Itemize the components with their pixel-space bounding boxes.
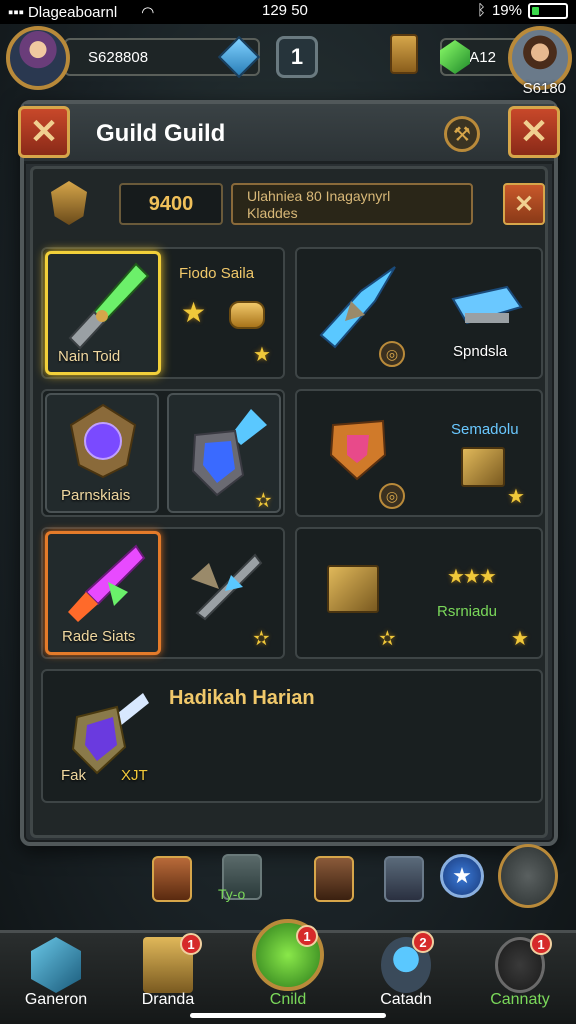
slot1-name: Fiodo Saila xyxy=(179,265,255,282)
blue-hammer-icon xyxy=(451,285,523,325)
nav-item-general[interactable]: Ganeron xyxy=(6,933,106,1024)
guild-score: 9400 xyxy=(148,192,194,215)
battery-percent: 19% xyxy=(491,2,522,19)
carrier-name: Dlageaboarnl xyxy=(27,3,118,21)
dock-scroll-icon[interactable] xyxy=(152,856,192,902)
item-slot-sword[interactable]: Nain Toid xyxy=(45,251,161,375)
item-panel-5: Rade Siats ✫ xyxy=(41,527,285,659)
modal-content: 9400 Ulahniea 80 Inagaynyrl Kladdes ✕ Na… xyxy=(30,166,548,838)
star-small-icon: ✫ xyxy=(253,628,270,650)
wifi-icon: ◠ xyxy=(141,4,155,21)
star-small-icon: ★ xyxy=(511,628,529,650)
dock-shield-icon[interactable] xyxy=(498,844,558,908)
item-slot-shield[interactable]: ✫ xyxy=(167,393,281,513)
clock: 129 50 xyxy=(262,2,308,19)
modal-header: ✕ Guild Guild ⚒ ✕ xyxy=(18,104,560,164)
quick-dock: Ty-o ★ xyxy=(0,844,576,910)
slot1-label: Nain Toid xyxy=(58,348,121,365)
item-slot-rainbow[interactable]: Rade Siats xyxy=(45,531,161,655)
nav-label-catalog: Catadn xyxy=(380,991,432,1008)
nav-badge-store: 1 xyxy=(180,933,202,955)
slot7-sub: XJT xyxy=(121,767,148,784)
nav-item-catalog[interactable]: 2 Catadn xyxy=(356,931,456,1024)
medal-icon: ◎ xyxy=(379,341,405,367)
opponent-score: S6180 xyxy=(522,80,566,97)
info-close-button[interactable]: ✕ xyxy=(503,183,545,225)
level-badge[interactable]: 1 xyxy=(276,36,318,78)
item-panel-1: Nain Toid Fiodo Saila ★ ★ xyxy=(41,247,285,379)
crystal-icon xyxy=(31,937,81,993)
nav-badge-catalog: 2 xyxy=(412,931,434,953)
slot2-label: Spndsla xyxy=(453,343,508,360)
item-panel-7[interactable]: Hadikah Harian Fak XJT xyxy=(41,669,543,803)
nav-label-store: Dranda xyxy=(141,991,195,1008)
close-right-button[interactable]: ✕ xyxy=(508,106,560,158)
settings-button[interactable]: ⚒ xyxy=(444,116,480,152)
dock-armor-icon[interactable] xyxy=(384,856,424,902)
slot7-heading: Hadikah Harian xyxy=(169,687,315,709)
star-icon: ★ xyxy=(181,297,207,328)
top-hud: S628808 1 A12 S6180 xyxy=(0,24,576,97)
slot7-label: Fak xyxy=(61,767,87,784)
nav-item-store[interactable]: 1 Dranda xyxy=(118,933,218,1024)
crate-icon xyxy=(327,565,379,613)
guild-modal: ✕ Guild Guild ⚒ ✕ 9400 Ulahniea 80 Inaga… xyxy=(18,100,560,846)
close-icon: ✕ xyxy=(519,113,549,151)
slot6-label: Rsrniadu xyxy=(437,603,498,620)
slot5-label: Rade Siats xyxy=(62,628,136,645)
star-small-icon: ✫ xyxy=(379,628,396,650)
star-small-icon: ★ xyxy=(253,344,271,366)
dock-label: Ty-o xyxy=(218,886,246,902)
star-small-icon: ✫ xyxy=(255,490,272,512)
coin-roll-icon xyxy=(229,301,265,329)
close-icon: ✕ xyxy=(29,113,59,151)
chest-icon[interactable] xyxy=(390,34,418,74)
currency-value: A12 xyxy=(469,48,496,66)
medal-icon: ◎ xyxy=(379,483,405,509)
nav-label-general: Ganeron xyxy=(24,991,88,1008)
bottom-nav: Ganeron 1 Dranda 1 Cnild 2 Catadn 1 Cann… xyxy=(0,919,576,1024)
guild-emblem-icon[interactable] xyxy=(51,181,87,225)
purple-orb-icon xyxy=(69,403,137,479)
item-panel-4[interactable]: ◎ Semadolu ★ xyxy=(295,389,543,517)
dock-bag-icon[interactable] xyxy=(314,856,354,902)
slot3-label: Parnskiais xyxy=(61,487,131,504)
green-dagger-icon xyxy=(68,262,150,350)
orange-gem-shield-icon xyxy=(329,419,387,481)
guild-score-box: 9400 xyxy=(119,183,223,225)
nav-item-company[interactable]: 1 Cannaty xyxy=(470,933,570,1024)
modal-title: Guild Guild xyxy=(96,120,226,147)
crossed-tools-icon: ⚒ xyxy=(453,123,471,146)
slot4-name: Semadolu xyxy=(451,421,519,438)
three-stars-icon: ★★★ xyxy=(447,566,497,588)
dock-star-icon[interactable]: ★ xyxy=(440,854,484,898)
rainbow-blade-icon xyxy=(68,544,146,622)
status-bar: ▪▪▪ Dlageaboarnl ◠ 129 50 ᛒ 19% xyxy=(0,0,576,24)
guild-info-box: Ulahniea 80 Inagaynyrl Kladdes xyxy=(231,183,473,225)
nav-badge-company: 1 xyxy=(530,933,552,955)
purple-arrow-icon xyxy=(191,553,263,621)
level-value: 1 xyxy=(290,44,304,69)
guild-info-line2: Kladdes xyxy=(247,205,298,221)
guild-info-line1: Ulahniea 80 Inagaynyrl xyxy=(247,188,391,204)
nav-label-company: Cannaty xyxy=(490,991,550,1008)
item-panel-2[interactable]: ◎ Spndsla xyxy=(295,247,543,379)
star-small-icon: ★ xyxy=(507,486,525,508)
home-indicator[interactable] xyxy=(190,1013,386,1018)
close-icon: ✕ xyxy=(513,190,535,218)
signal-icon: ▪▪▪ xyxy=(8,3,24,21)
item-panel-3: Parnskiais ✫ xyxy=(41,389,285,517)
crate-icon xyxy=(461,447,505,487)
player-value: S628808 xyxy=(88,48,149,66)
close-left-button[interactable]: ✕ xyxy=(18,106,70,158)
nav-label-guild: Cnild xyxy=(269,991,307,1008)
nav-item-guild[interactable]: 1 Cnild xyxy=(238,919,338,1024)
battery-icon xyxy=(528,2,568,19)
item-slot-orb[interactable]: Parnskiais xyxy=(45,393,159,513)
bluetooth-icon: ᛒ xyxy=(476,2,486,19)
player-avatar[interactable] xyxy=(6,26,70,90)
nav-badge-guild: 1 xyxy=(296,925,318,947)
item-panel-6[interactable]: ✫ ★★★ Rsrniadu ★ xyxy=(295,527,543,659)
